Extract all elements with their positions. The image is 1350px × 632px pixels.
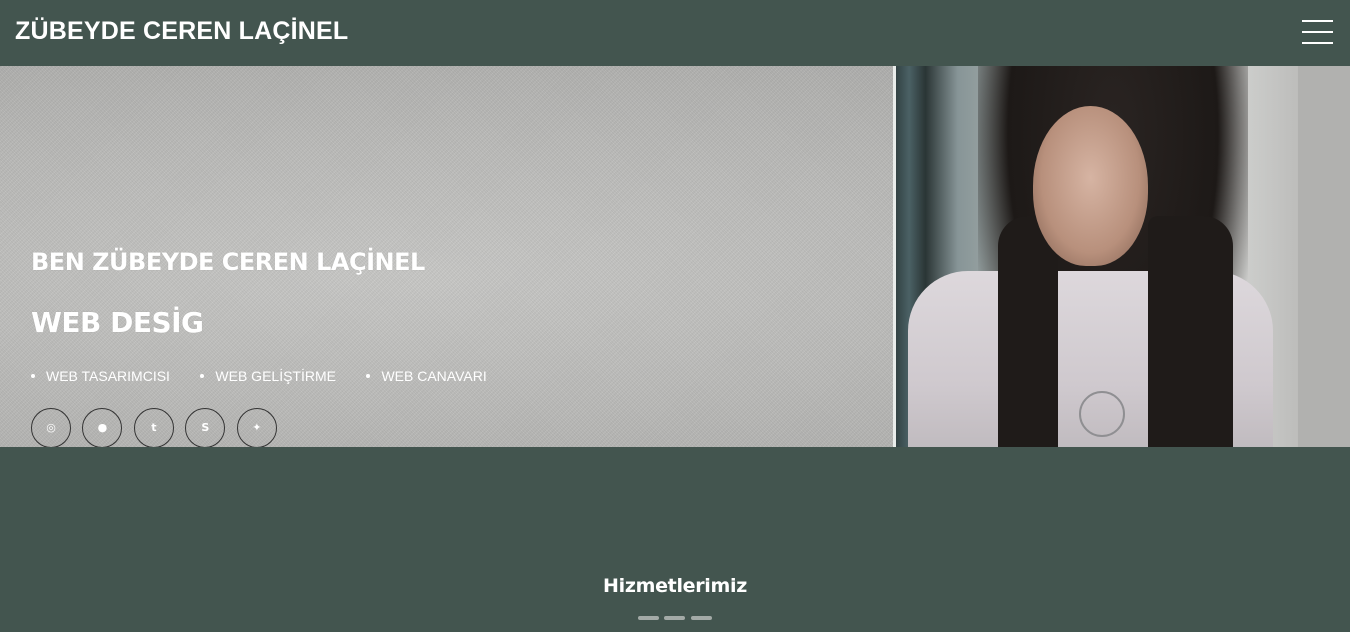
- menu-bar: [1302, 42, 1333, 44]
- instagram-link[interactable]: ◎: [31, 408, 71, 447]
- social-links: ◎ ● t S ✦: [31, 408, 284, 447]
- apple-link[interactable]: ●: [82, 408, 123, 447]
- divider-dash: [691, 616, 712, 620]
- skype-icon: S: [201, 421, 210, 434]
- skill-item: WEB GELİŞTİRME: [200, 368, 336, 384]
- twitter-link[interactable]: ✦: [236, 408, 277, 447]
- menu-bar: [1302, 31, 1333, 33]
- navbar: ZÜBEYDE CEREN LAÇİNEL: [0, 0, 1350, 66]
- hamburger-menu-icon[interactable]: [1302, 20, 1333, 44]
- title-divider: [638, 616, 714, 620]
- skill-item: WEB CANAVARI: [366, 368, 487, 384]
- photo-frame-edge: [893, 66, 896, 447]
- tumblr-link[interactable]: t: [133, 408, 174, 447]
- instagram-icon: ◎: [46, 421, 56, 434]
- hero-role: WEB DESİG: [31, 306, 204, 339]
- skill-item: WEB TASARIMCISI: [31, 368, 170, 384]
- divider-dash: [638, 616, 659, 620]
- portrait-photo: [893, 66, 1298, 447]
- hero-section: BEN ZÜBEYDE CEREN LAÇİNEL WEB DESİG WEB …: [0, 66, 1350, 447]
- photo-hair-left: [998, 216, 1058, 447]
- brand-title[interactable]: ZÜBEYDE CEREN LAÇİNEL: [15, 17, 348, 46]
- divider-dash: [664, 616, 685, 620]
- skype-link[interactable]: S: [185, 408, 226, 447]
- services-title: Hizmetlerimiz: [603, 575, 747, 597]
- hero-right-background: [1298, 66, 1350, 447]
- photo-face: [1033, 106, 1148, 266]
- photo-zipper-ring: [1079, 391, 1125, 437]
- tumblr-icon: t: [151, 421, 157, 434]
- photo-hair-right: [1148, 216, 1233, 447]
- skills-list: WEB TASARIMCISI WEB GELİŞTİRME WEB CANAV…: [31, 368, 513, 386]
- apple-icon: ●: [97, 421, 108, 434]
- twitter-icon: ✦: [252, 421, 262, 434]
- menu-bar: [1302, 20, 1333, 22]
- hero-greeting: BEN ZÜBEYDE CEREN LAÇİNEL: [31, 248, 425, 276]
